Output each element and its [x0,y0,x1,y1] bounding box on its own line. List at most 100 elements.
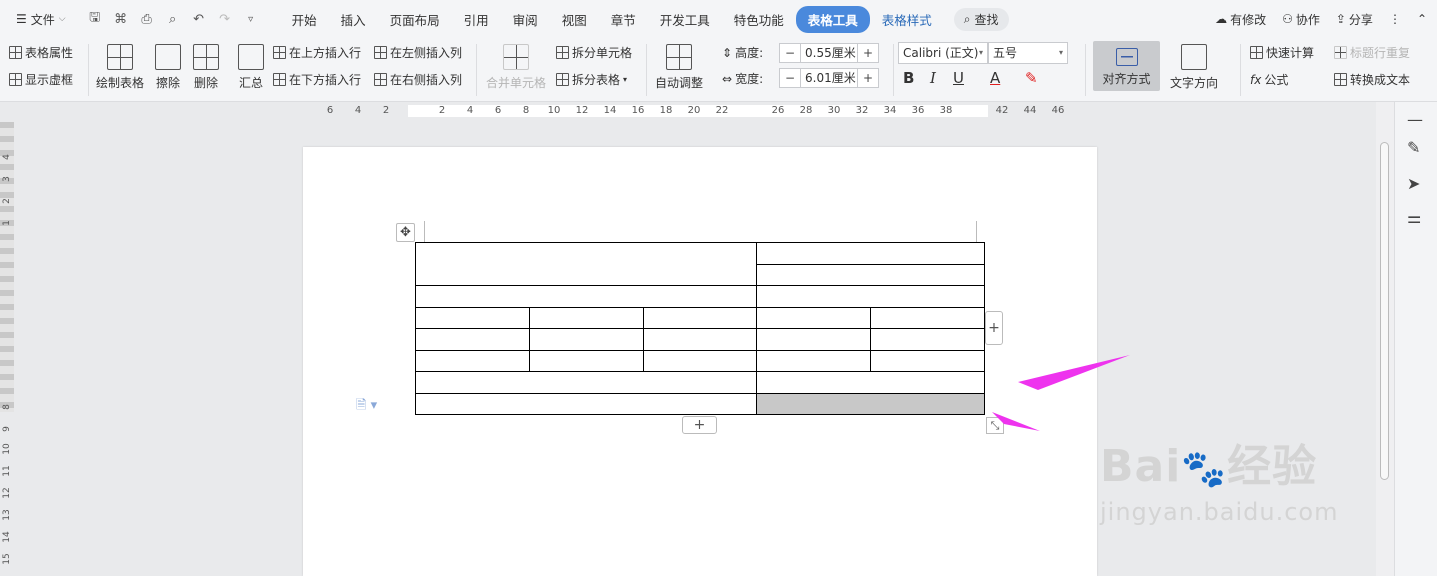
quick-calc-button[interactable]: 快速计算 [1250,44,1314,61]
tab-view[interactable]: 视图 [550,6,599,33]
print-icon[interactable]: ⎙ [138,10,156,28]
table-cell[interactable] [415,392,757,415]
italic-icon[interactable]: I [930,69,936,87]
collapse-ribbon-icon[interactable]: ⌃ [1417,12,1427,26]
tab-table-style[interactable]: 表格样式 [870,6,944,33]
summary-button[interactable]: 汇总 [238,44,264,91]
add-column-button[interactable]: + [985,311,1003,345]
table-cell[interactable] [643,349,757,372]
split-table-button[interactable]: 拆分表格 ▾ [556,71,627,88]
table-cell[interactable] [756,263,985,286]
more-icon[interactable]: ⋮ [1389,12,1401,26]
font-size-select[interactable]: 五号 ▾ [988,42,1068,64]
insert-row-above-button[interactable]: 在上方插入行 [273,44,361,61]
redo-icon[interactable]: ↷ [216,10,234,28]
table-cell[interactable] [756,285,985,308]
table-cell[interactable] [529,328,644,351]
table-cell[interactable] [415,371,757,394]
font-color-icon[interactable]: A [990,69,1000,87]
align-button[interactable]: 对齐方式 [1093,41,1160,91]
draw-table-button[interactable]: 绘制表格 [96,44,144,91]
delete-button[interactable]: 删除 [193,44,219,91]
height-stepper[interactable]: − 0.55厘米 + [779,43,879,63]
add-row-button[interactable]: + [682,416,717,434]
table-resize-icon[interactable]: ⤡ [986,417,1004,434]
table-cell[interactable] [756,306,871,329]
share-button[interactable]: ⇪ 分享 [1336,11,1373,28]
table-cell[interactable] [756,349,871,372]
table-cell[interactable] [643,306,757,329]
plus-icon[interactable]: + [858,71,878,85]
table-cell[interactable] [870,349,985,372]
tab-features[interactable]: 特色功能 [722,6,796,33]
insert-row-below-icon [273,73,286,86]
tab-page-layout[interactable]: 页面布局 [378,6,452,33]
convert-to-text-button[interactable]: 转换成文本 [1334,71,1410,88]
table-cell[interactable] [756,328,871,351]
table-move-handle[interactable]: ✥ [396,223,415,242]
font-name-select[interactable]: Calibri (正文) ▾ [898,42,988,64]
split-cells-button[interactable]: 拆分单元格 [556,44,632,61]
delete-table-icon [193,44,219,70]
horizontal-ruler[interactable]: 6 4 2 2 4 6 8 10 12 14 16 18 20 22 26 28… [0,102,1378,120]
tab-references[interactable]: 引用 [452,6,501,33]
file-menu[interactable]: ☰ 文件 ⌵ [10,8,72,31]
tab-table-tools[interactable]: 表格工具 [795,5,870,33]
format-painter-icon[interactable]: ⌘ [112,10,130,28]
minimize-panel-icon[interactable]: — [1407,110,1423,129]
table-cell[interactable] [415,285,757,308]
table-cell[interactable] [415,349,530,372]
collab-button[interactable]: ⚇ 协作 [1282,11,1320,28]
table-cell[interactable] [756,242,985,265]
table-cell[interactable] [756,371,985,394]
vertical-scrollbar[interactable] [1376,102,1394,576]
table-properties-button[interactable]: 表格属性 [9,44,73,61]
document-icon[interactable]: 🗎 ▾ [356,396,377,418]
underline-icon[interactable]: U [953,69,964,87]
table-cell[interactable] [643,328,757,351]
bold-icon[interactable]: B [903,69,914,87]
table-cell[interactable] [415,306,530,329]
quick-access-toolbar: 🖫 ⌘ ⎙ ⌕ ↶ ↷ ▿ [86,10,260,28]
erase-button[interactable]: 擦除 [155,44,181,91]
tab-developer[interactable]: 开发工具 [648,6,722,33]
cursor-icon[interactable]: ➤ [1407,174,1420,193]
formula-button[interactable]: fx 公式 [1250,71,1288,88]
repeat-header-button[interactable]: 标题行重复 [1334,44,1410,61]
tab-home[interactable]: 开始 [280,6,329,33]
pen-icon[interactable]: ✎ [1407,138,1420,157]
selected-table-cell[interactable] [756,392,985,415]
sliders-icon[interactable]: ⚌ [1407,208,1421,227]
merge-cells-button[interactable]: 合并单元格 [486,44,546,91]
table-cell[interactable] [415,328,530,351]
table[interactable] [415,242,985,415]
modified-button[interactable]: ☁ 有修改 [1215,11,1266,28]
table-row [415,392,985,415]
table-cell[interactable] [529,349,644,372]
minus-icon[interactable]: − [780,46,800,60]
plus-icon[interactable]: + [858,46,878,60]
insert-row-below-button[interactable]: 在下方插入行 [273,71,361,88]
table-cell[interactable] [870,328,985,351]
table-cell[interactable] [415,242,757,286]
scroll-thumb[interactable] [1380,142,1389,480]
minus-icon[interactable]: − [780,71,800,85]
save-icon[interactable]: 🖫 [86,10,104,28]
tab-chapter[interactable]: 章节 [599,6,648,33]
customize-icon[interactable]: ▿ [242,10,260,28]
auto-fit-button[interactable]: 自动调整 [655,44,703,91]
insert-col-left-button[interactable]: 在左侧插入列 [374,44,462,61]
width-stepper[interactable]: − 6.01厘米 + [779,68,879,88]
tab-insert[interactable]: 插入 [329,6,378,33]
show-grid-button[interactable]: 显示虚框 [9,71,73,88]
highlight-icon[interactable]: ✎ [1025,69,1038,87]
text-direction-button[interactable]: 文字方向 [1170,44,1218,91]
print-preview-icon[interactable]: ⌕ [164,10,182,28]
tab-review[interactable]: 审阅 [501,6,550,33]
insert-col-right-button[interactable]: 在右侧插入列 [374,71,462,88]
undo-icon[interactable]: ↶ [190,10,208,28]
table-cell[interactable] [529,306,644,329]
search-button[interactable]: ⌕ 查找 [953,7,1009,31]
insert-row-above-icon [273,46,286,59]
table-cell[interactable] [870,306,985,329]
